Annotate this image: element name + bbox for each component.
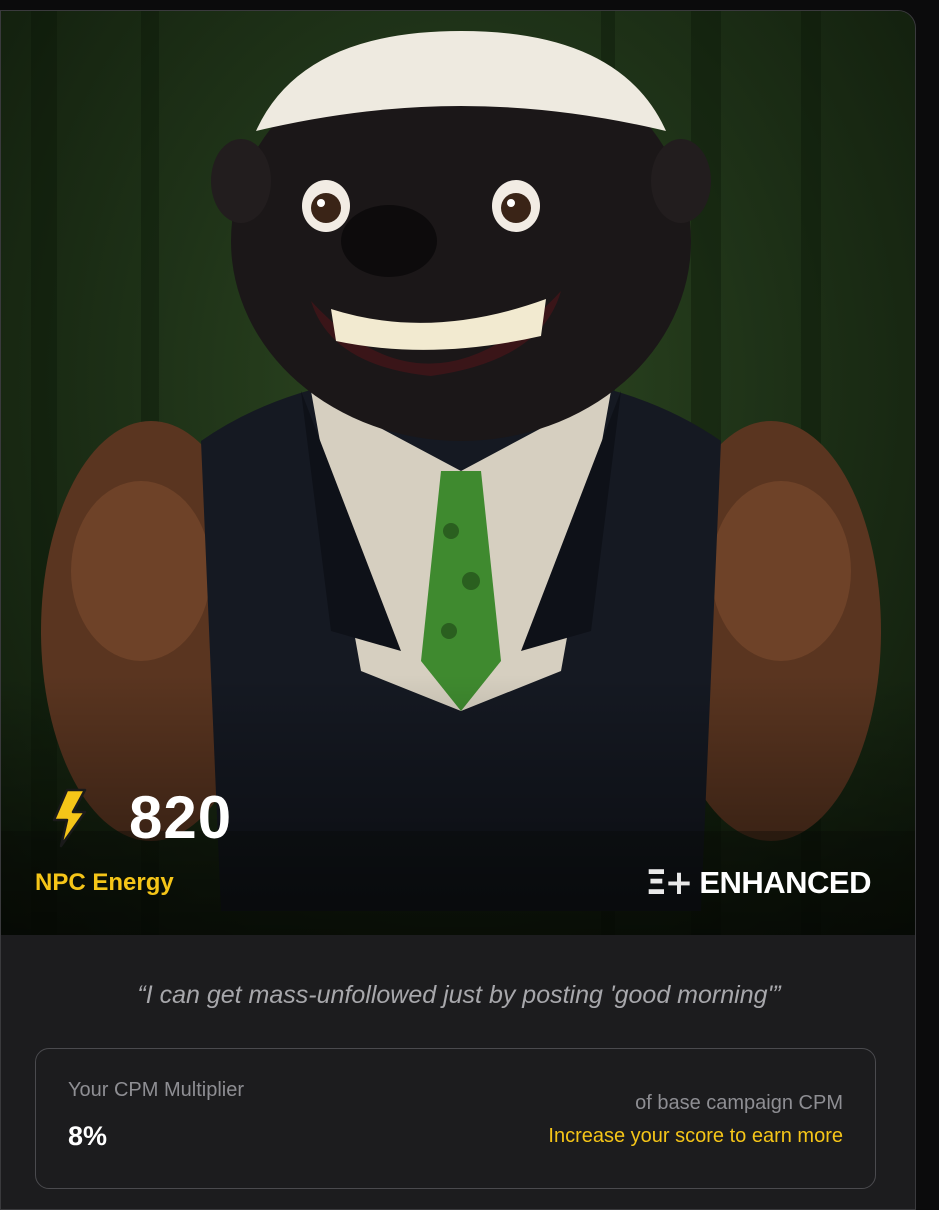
character-image: 820 NPC Energy Ξ+ ENHANCED bbox=[1, 11, 915, 935]
cpm-base-note: of base campaign CPM bbox=[635, 1092, 843, 1114]
npc-energy-score: 820 bbox=[129, 784, 233, 851]
energy-score-row: 820 bbox=[49, 783, 232, 852]
enhanced-logo-icon: Ξ+ bbox=[645, 863, 693, 903]
enhanced-label: ENHANCED bbox=[699, 865, 871, 900]
npc-energy-label: NPC Energy bbox=[35, 869, 174, 896]
character-quote: “I can get mass-unfollowed just by posti… bbox=[137, 981, 781, 1009]
cpm-multiplier-panel: Your CPM Multiplier 8% of base campaign … bbox=[35, 1048, 876, 1189]
cpm-multiplier-value: 8% bbox=[68, 1121, 108, 1151]
cpm-multiplier-label: Your CPM Multiplier bbox=[68, 1079, 244, 1101]
npc-card: 820 NPC Energy Ξ+ ENHANCED “I can get ma… bbox=[0, 10, 916, 1210]
lightning-bolt-icon bbox=[52, 788, 87, 847]
increase-score-link[interactable]: Increase your score to earn more bbox=[548, 1125, 843, 1148]
enhanced-badge: Ξ+ ENHANCED bbox=[645, 863, 871, 903]
